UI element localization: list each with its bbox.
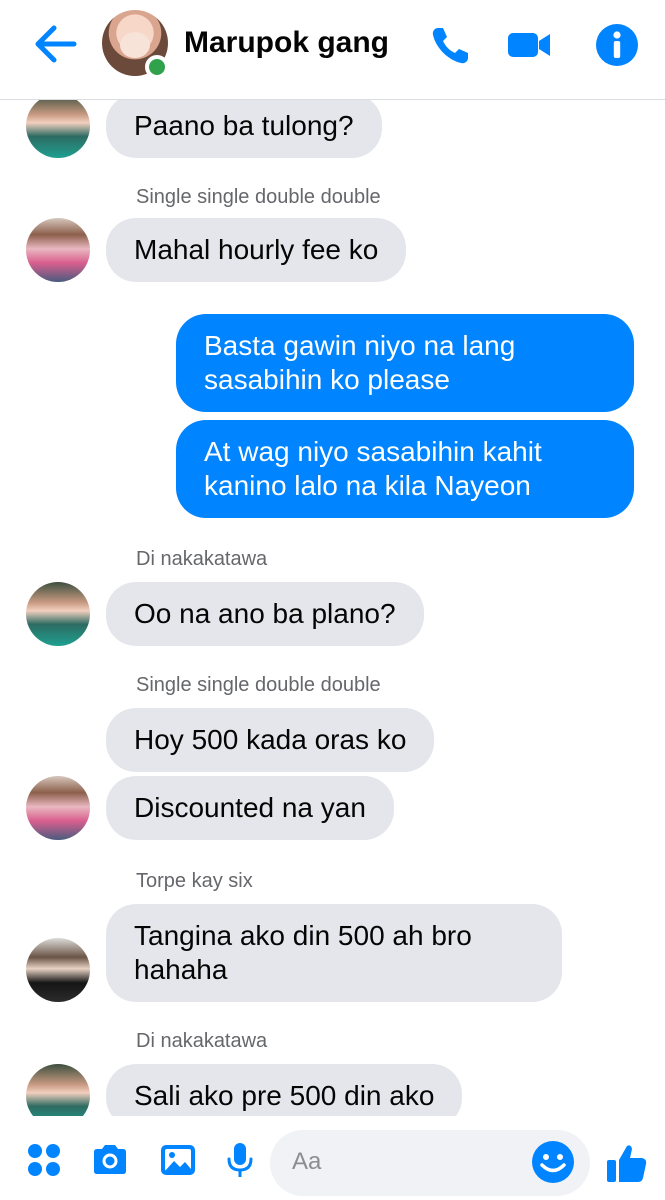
message-bubble[interactable]: Discounted na yan <box>106 776 394 840</box>
sender-name: Di nakakatawa <box>136 548 268 570</box>
outgoing-message-bubble[interactable]: Basta gawin niyo na lang sasabihin ko pl… <box>176 314 634 412</box>
online-status-dot <box>145 55 169 79</box>
video-call-icon[interactable] <box>506 22 552 68</box>
message-line: Basta gawin niyo na lang <box>204 330 516 361</box>
sender-name: Di nakakatawa <box>136 1030 268 1052</box>
emoji-icon[interactable] <box>530 1139 576 1185</box>
image-icon[interactable] <box>158 1140 198 1180</box>
message-line: kanino lalo na kila Nayeon <box>204 470 531 501</box>
message-bubble[interactable]: Tangina ako din 500 ah bro hahaha <box>106 904 562 1002</box>
message-line: Tangina ako din 500 ah bro <box>134 920 472 951</box>
message-bubble[interactable]: Oo na ano ba plano? <box>106 582 424 646</box>
sender-name: Torpe kay six <box>136 870 253 892</box>
chat-title[interactable]: Marupok gang <box>184 26 389 60</box>
avatar[interactable] <box>26 938 90 1002</box>
back-arrow-icon[interactable] <box>28 20 84 68</box>
avatar[interactable] <box>26 582 90 646</box>
info-icon[interactable] <box>594 22 640 68</box>
thumbs-up-icon[interactable] <box>604 1140 650 1186</box>
camera-icon[interactable] <box>90 1140 130 1180</box>
avatar[interactable] <box>26 218 90 282</box>
outgoing-message-bubble[interactable]: At wag niyo sasabihin kahit kanino lalo … <box>176 420 634 518</box>
phone-call-icon[interactable] <box>428 22 474 68</box>
avatar[interactable] <box>26 1064 90 1116</box>
message-bubble[interactable]: Hoy 500 kada oras ko <box>106 708 435 772</box>
message-input-placeholder: Aa <box>292 1148 322 1175</box>
message-bubble[interactable]: Paano ba tulong? <box>106 100 382 158</box>
message-line: sasabihin ko please <box>204 364 450 395</box>
message-line: At wag niyo sasabihin kahit <box>204 436 542 467</box>
apps-icon[interactable] <box>24 1140 64 1180</box>
sender-name: Single single double double <box>136 186 381 208</box>
avatar[interactable] <box>26 100 90 158</box>
microphone-icon[interactable] <box>220 1140 260 1180</box>
avatar[interactable] <box>26 776 90 840</box>
message-list[interactable]: Paano ba tulong? Single single double do… <box>0 100 665 1116</box>
sender-name: Single single double double <box>136 674 381 696</box>
message-bubble[interactable]: Mahal hourly fee ko <box>106 218 407 282</box>
message-bubble[interactable]: Sali ako pre 500 din ako <box>106 1064 463 1116</box>
chat-header: Marupok gang <box>0 0 665 100</box>
message-line: hahaha <box>134 954 228 985</box>
